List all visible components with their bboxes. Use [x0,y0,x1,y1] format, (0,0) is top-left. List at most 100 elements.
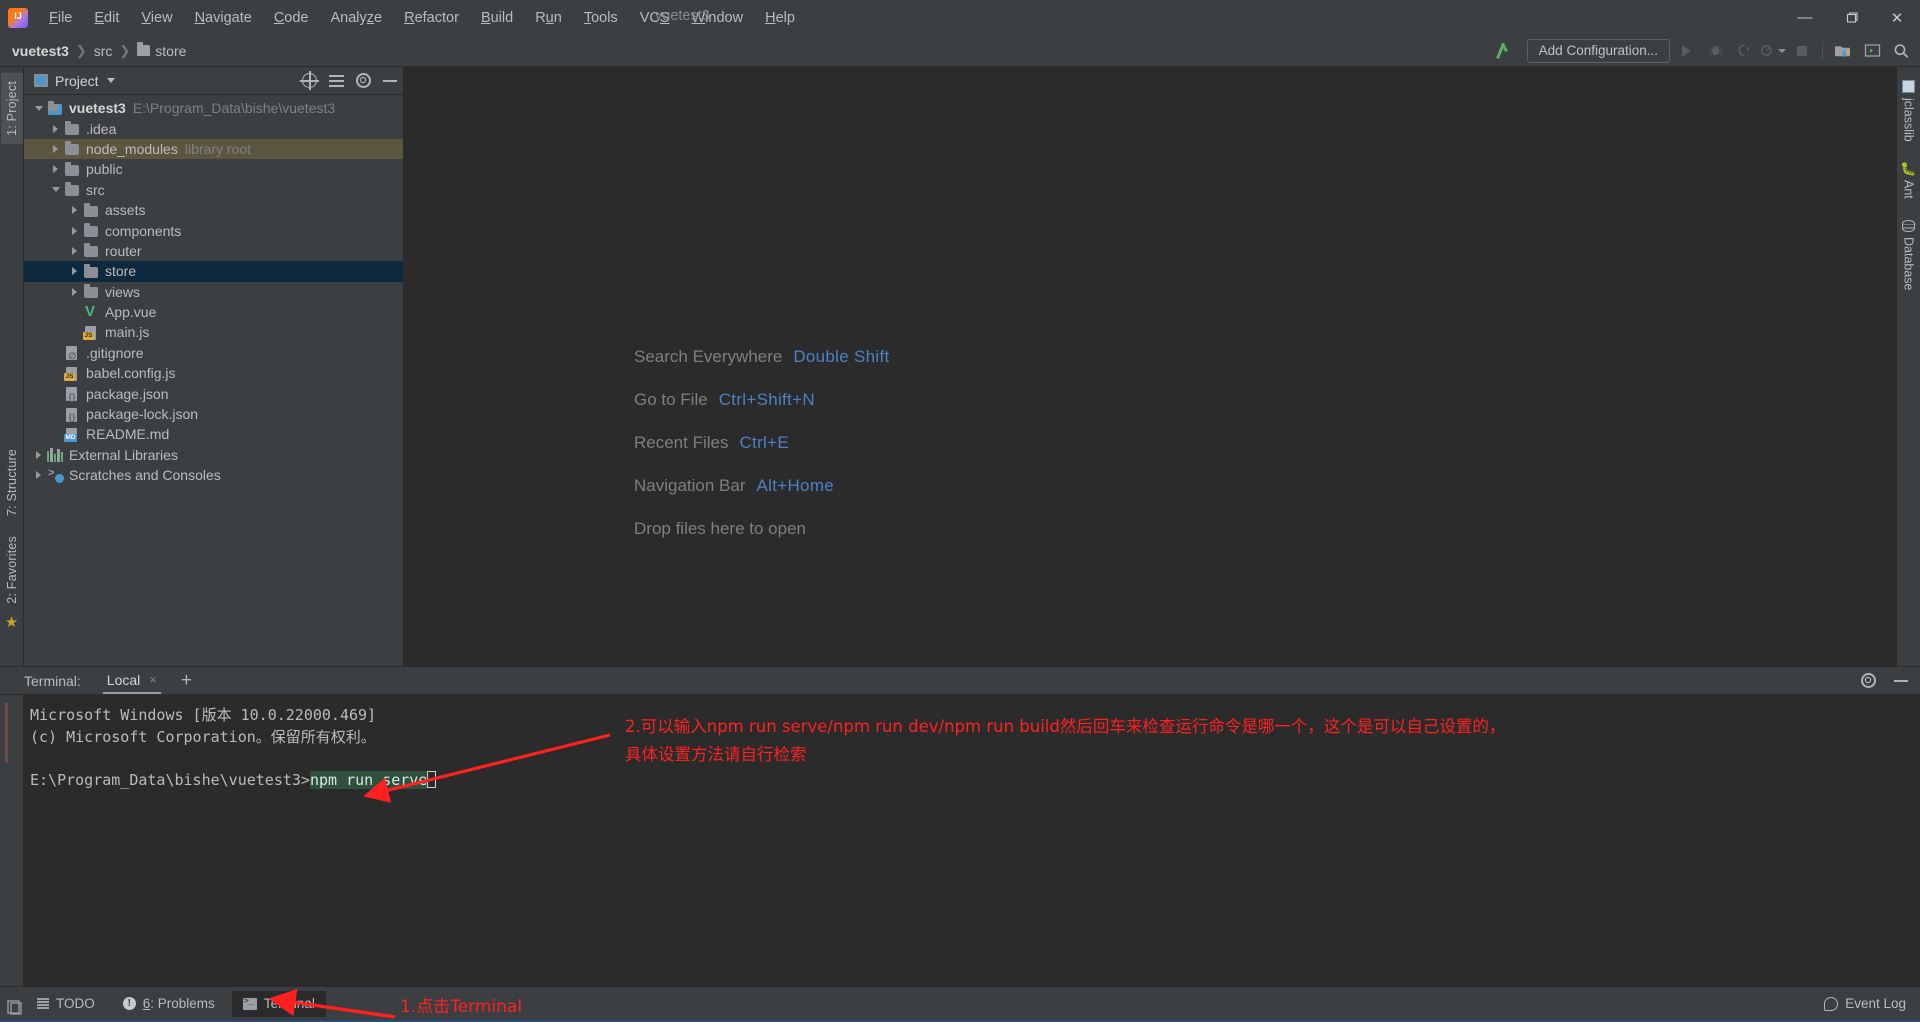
chevron-down-icon[interactable] [106,78,115,83]
tree-label: public [86,161,123,178]
gear-icon[interactable] [1861,673,1876,688]
close-icon[interactable]: × [149,672,157,687]
close-button[interactable]: ✕ [1874,0,1920,35]
editor-area[interactable]: Search Everywhere Double Shift Go to Fil… [404,67,1896,666]
expand-toggle[interactable] [66,246,83,255]
tree-row-idea[interactable]: .idea [24,118,403,138]
terminal-tool-window: Terminal: Local × + Microsoft Windows [版… [0,666,1920,986]
debug-button[interactable] [1702,39,1728,63]
tree-row-gitignore[interactable]: ∅ .gitignore [24,343,403,363]
new-terminal-button[interactable]: + [181,671,192,690]
database-icon [1902,219,1915,232]
breadcrumb-store[interactable]: store [137,42,186,59]
status-tab-terminal[interactable]: Terminal [231,990,326,1017]
run-with-coverage-button[interactable] [1731,39,1757,63]
tree-row-public[interactable]: public [24,159,403,179]
run-anything-icon[interactable] [1859,39,1885,63]
terminal-cursor [427,770,437,788]
expand-toggle[interactable] [30,105,47,111]
menu-help[interactable]: Help [754,7,806,29]
tree-row-components[interactable]: components [24,220,403,240]
expand-toggle[interactable] [47,144,64,153]
terminal-body[interactable]: Microsoft Windows [版本 10.0.22000.469] (c… [0,695,1920,986]
sidebar-item-favorites[interactable]: 2: Favorites [1,528,23,612]
tree-label: External Libraries [69,446,178,463]
menu-view[interactable]: View [130,7,183,29]
menu-edit[interactable]: Edit [83,7,130,29]
terminal-label: Terminal: [24,672,81,689]
expand-toggle[interactable] [30,471,47,480]
search-icon[interactable] [1888,39,1914,63]
project-tree[interactable]: vuetest3 E:\Program_Data\bishe\vuetest3 … [24,95,403,666]
left-tool-strip: 1: Project 7: Structure 2: Favorites ★ [0,67,24,666]
hide-panel-icon[interactable] [383,79,397,82]
folder-icon [83,263,100,279]
menu-build[interactable]: Build [470,7,524,29]
open-file-icon[interactable] [1830,39,1856,63]
menu-refactor[interactable]: Refactor [393,7,470,29]
expand-toggle[interactable] [66,226,83,235]
tree-label: views [105,283,141,300]
menu-tools[interactable]: Tools [573,7,629,29]
menu-file[interactable]: FFileile [38,7,83,29]
terminal-command-input[interactable]: npm run serve [309,770,428,789]
tree-row-package-lock-json[interactable]: {} package-lock.json [24,404,403,424]
breadcrumb-src[interactable]: src [94,43,113,59]
layout-toggle-icon[interactable] [6,998,24,1021]
stop-button[interactable] [1789,39,1815,63]
tree-label: Scratches and Consoles [69,467,221,484]
expand-toggle[interactable] [47,124,64,133]
run-button[interactable] [1673,39,1699,63]
tree-row-readme[interactable]: MD README.md [24,424,403,444]
profiler-button[interactable] [1760,39,1786,63]
expand-toggle[interactable] [47,165,64,174]
expand-toggle[interactable] [30,450,47,459]
status-tab-todo[interactable]: TODO [26,991,106,1017]
tree-row-package-json[interactable]: {} package.json [24,383,403,403]
sidebar-item-structure[interactable]: 7: Structure [1,441,23,524]
add-configuration-button[interactable]: Add Configuration... [1526,38,1670,63]
tree-row-scratches[interactable]: Scratches and Consoles [24,465,403,485]
sidebar-item-database[interactable]: Database [1899,213,1919,301]
libraries-icon [47,447,64,463]
maximize-button[interactable] [1828,0,1874,35]
tree-row-views[interactable]: views [24,282,403,302]
gear-icon[interactable] [356,73,371,88]
tree-sublabel: library root [184,140,251,157]
tree-row-external-libraries[interactable]: External Libraries [24,445,403,465]
menu-analyze[interactable]: Analyze [320,7,394,29]
hide-terminal-icon[interactable] [1894,679,1908,682]
terminal-prompt-line[interactable]: E:\Program_Data\bishe\vuetest3>npm run s… [30,770,1920,792]
collapse-all-icon[interactable] [329,73,344,88]
tree-row-src[interactable]: src [24,180,403,200]
expand-toggle[interactable] [47,187,64,193]
tree-row-store[interactable]: store [24,261,403,282]
sidebar-item-project[interactable]: 1: Project [0,73,23,144]
sidebar-item-ant[interactable]: 🐛 Ant [1897,156,1919,209]
right-tool-strip: jclasslib 🐛 Ant Database [1896,67,1920,666]
hint-search-everywhere: Search Everywhere Double Shift [634,347,890,367]
terminal-tab-local[interactable]: Local × [102,667,161,694]
expand-toggle[interactable] [66,206,83,215]
breadcrumb-project[interactable]: vuetest3 [12,43,69,59]
status-tab-problems[interactable]: ! 6: Problems [112,991,226,1017]
expand-toggle[interactable] [66,267,83,276]
terminal-scrollbar[interactable] [1908,695,1917,986]
tree-row-app-vue[interactable]: App.vue [24,302,403,322]
minimize-button[interactable]: — [1782,0,1828,35]
tree-row-main-js[interactable]: JS main.js [24,322,403,342]
menu-code[interactable]: Code [263,7,320,29]
tree-row-assets[interactable]: assets [24,200,403,220]
tree-row-vuetest3[interactable]: vuetest3 E:\Program_Data\bishe\vuetest3 [24,98,403,118]
event-log-label[interactable]: Event Log [1845,996,1906,1011]
tree-row-babel-config[interactable]: JS babel.config.js [24,363,403,383]
sidebar-item-label: Ant [1901,179,1916,199]
sidebar-item-jclasslib[interactable]: jclasslib [1899,73,1919,152]
scroll-from-source-icon[interactable] [300,71,319,90]
expand-toggle[interactable] [66,287,83,296]
sidebar-item-label: jclasslib [1901,98,1916,142]
menu-navigate[interactable]: Navigate [184,7,263,29]
tree-row-node-modules[interactable]: node_modules library root [24,138,403,160]
tree-row-router[interactable]: router [24,241,403,261]
menu-run[interactable]: Run [524,7,573,29]
